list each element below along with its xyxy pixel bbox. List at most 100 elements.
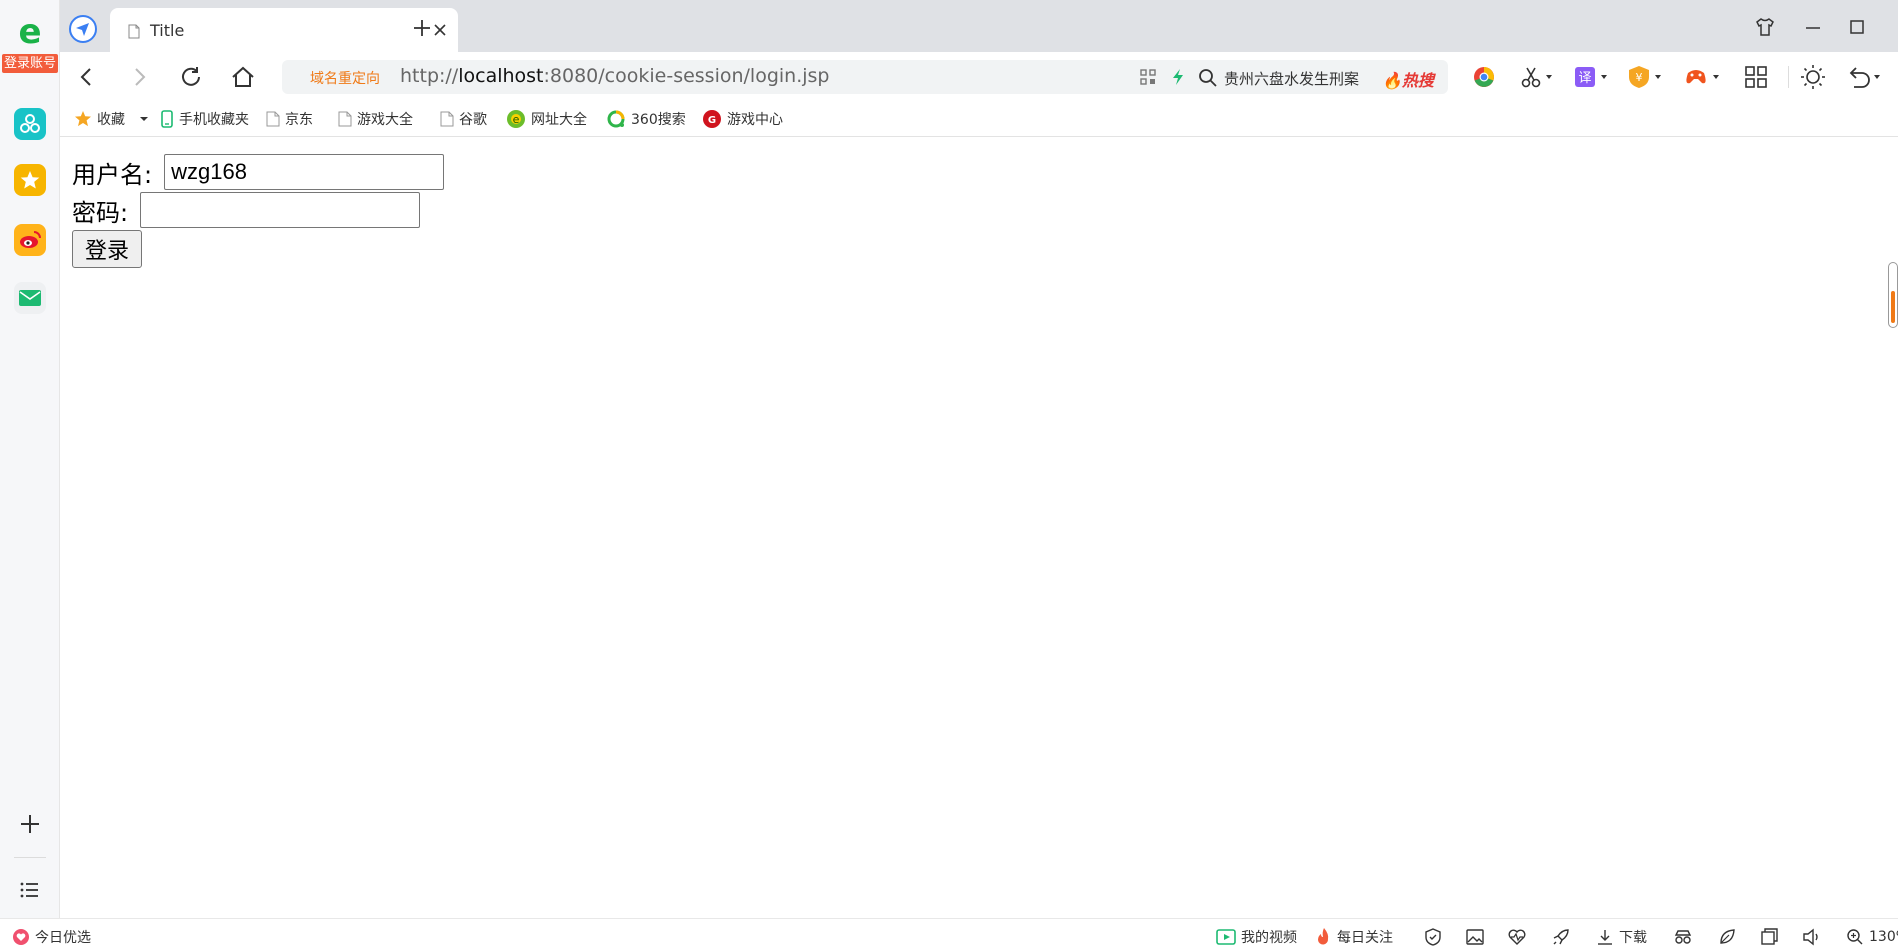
- document-icon: [266, 111, 280, 127]
- document-icon: [338, 111, 352, 127]
- toolbar-divider: [1788, 66, 1789, 88]
- bookmark-360-search[interactable]: 360搜索: [606, 109, 686, 129]
- status-bar: 今日优选 我的视频 每日关注 下载 130%: [0, 918, 1898, 952]
- lightning-icon[interactable]: [1170, 68, 1186, 86]
- username-row: 用户名:: [72, 154, 445, 190]
- game-controller-icon[interactable]: [1684, 64, 1722, 90]
- username-input[interactable]: [164, 154, 445, 190]
- browser-logo[interactable]: e 登录账号: [0, 14, 60, 74]
- url-text[interactable]: http://localhost:8080/cookie-session/log…: [400, 65, 830, 87]
- bookmark-mobile[interactable]: 手机收藏夹: [160, 109, 249, 129]
- left-sidebar: e 登录账号: [0, 0, 60, 952]
- qr-code-icon[interactable]: [1140, 69, 1156, 85]
- sidebar-divider: [14, 857, 46, 858]
- hot-search-label[interactable]: 🔥热搜: [1382, 67, 1434, 91]
- today-picks-label: 今日优选: [35, 930, 91, 946]
- forward-arrow-icon[interactable]: [126, 64, 152, 90]
- search-box[interactable]: 贵州六盘水发生刑案 🔥热搜: [1190, 60, 1448, 94]
- close-icon[interactable]: [432, 22, 448, 38]
- download-label: 下载: [1619, 930, 1647, 946]
- favorites-star-icon[interactable]: [14, 164, 46, 196]
- minimize-icon[interactable]: [1802, 16, 1824, 38]
- weibo-icon[interactable]: [14, 224, 46, 256]
- tool-app-icon[interactable]: [14, 108, 46, 140]
- address-bar[interactable]: 域名重定向 http://localhost:8080/cookie-sessi…: [282, 60, 1232, 94]
- bookmark-label: 京东: [285, 112, 313, 128]
- daily-follow-button[interactable]: 每日关注: [1316, 927, 1393, 947]
- refresh-icon[interactable]: [178, 64, 204, 90]
- url-host: localhost: [458, 65, 544, 87]
- bookmark-url-directory[interactable]: e 网址大全: [506, 109, 587, 129]
- dropdown-caret-icon[interactable]: [139, 114, 149, 124]
- undo-icon[interactable]: [1846, 64, 1884, 90]
- leaf-icon[interactable]: [1718, 928, 1736, 946]
- mail-icon[interactable]: [14, 282, 46, 314]
- phone-icon: [161, 110, 173, 128]
- download-icon: [1598, 930, 1612, 945]
- apps-grid-icon[interactable]: [1744, 64, 1768, 90]
- speaker-icon[interactable]: [1802, 928, 1820, 946]
- my-videos-button[interactable]: 我的视频: [1216, 927, 1297, 947]
- login-button[interactable]: 登录: [72, 230, 142, 268]
- star-icon: [75, 111, 91, 127]
- bookmark-label: 网址大全: [531, 112, 587, 128]
- back-arrow-icon[interactable]: [74, 64, 100, 90]
- download-button[interactable]: 下载: [1596, 927, 1647, 947]
- login-account-tag[interactable]: 登录账号: [2, 54, 58, 73]
- tab-title[interactable]: Title: [110, 8, 458, 52]
- search-suggestion-text: 贵州六盘水发生刑案: [1224, 70, 1360, 88]
- brightness-icon[interactable]: [1800, 64, 1826, 90]
- scissors-icon[interactable]: [1520, 64, 1554, 90]
- bookmark-games[interactable]: 游戏大全: [338, 109, 413, 129]
- incognito-icon[interactable]: [1674, 928, 1692, 946]
- zoom-in-icon: [1847, 929, 1863, 945]
- bookmark-favorites[interactable]: 收藏: [74, 109, 154, 129]
- rocket-icon[interactable]: [1552, 928, 1570, 946]
- window-icon[interactable]: [1760, 928, 1778, 946]
- plus-icon[interactable]: [16, 810, 44, 838]
- svg-text:¥: ¥: [1636, 71, 1643, 84]
- username-label: 用户名:: [72, 160, 153, 189]
- bookmark-google[interactable]: 谷歌: [440, 109, 487, 129]
- password-input[interactable]: [140, 192, 421, 228]
- url-path: :8080/cookie-session/login.jsp: [543, 65, 830, 87]
- document-icon: [440, 111, 454, 127]
- zoom-control[interactable]: 130%: [1846, 927, 1898, 947]
- wallet-icon[interactable]: ¥: [1628, 64, 1664, 90]
- bookmark-label: 360搜索: [631, 112, 686, 128]
- new-tab-plus-icon[interactable]: [412, 18, 432, 38]
- navigation-compass-icon[interactable]: [68, 14, 98, 44]
- flame-icon: [1318, 928, 1329, 945]
- bookmark-label: 收藏: [97, 112, 125, 128]
- skin-shirt-icon[interactable]: [1754, 16, 1776, 38]
- health-heart-icon[interactable]: [1508, 928, 1526, 946]
- bookmark-label: 游戏中心: [727, 112, 783, 128]
- hot-search-text: 热搜: [1401, 71, 1434, 90]
- bookmark-game-center[interactable]: G 游戏中心: [702, 109, 783, 129]
- page-content: 用户名: 密码: 登录: [60, 138, 1880, 918]
- tab-label: Title: [150, 21, 185, 40]
- bookmark-label: 手机收藏夹: [179, 112, 249, 128]
- list-icon[interactable]: [18, 880, 42, 900]
- bookmarks-bar: 收藏 手机收藏夹 京东 游戏大全 谷歌 e 网址大全 360搜索 G 游戏中心: [60, 100, 1898, 137]
- svg-text:G: G: [708, 115, 716, 126]
- home-icon[interactable]: [230, 64, 256, 90]
- domain-redirect-label[interactable]: 域名重定向: [310, 68, 380, 88]
- translate-icon[interactable]: 译: [1574, 64, 1610, 90]
- search-360-icon: [607, 110, 625, 128]
- daily-follow-label: 每日关注: [1337, 930, 1393, 946]
- zoom-level: 130%: [1869, 929, 1898, 945]
- today-picks-button[interactable]: 今日优选: [12, 927, 91, 947]
- scroll-indicator[interactable]: [1888, 262, 1898, 328]
- heart-icon: [13, 929, 29, 945]
- globe-icon: e: [507, 110, 525, 128]
- bookmark-jd[interactable]: 京东: [266, 109, 313, 129]
- maximize-icon[interactable]: [1846, 16, 1868, 38]
- svg-text:e: e: [513, 113, 520, 126]
- password-row: 密码:: [72, 192, 421, 228]
- shield-icon[interactable]: [1424, 928, 1442, 946]
- search-icon: [1199, 69, 1217, 87]
- scroll-thumb[interactable]: [1891, 291, 1895, 323]
- image-icon[interactable]: [1466, 928, 1484, 946]
- chrome-style-icon[interactable]: [1472, 64, 1496, 90]
